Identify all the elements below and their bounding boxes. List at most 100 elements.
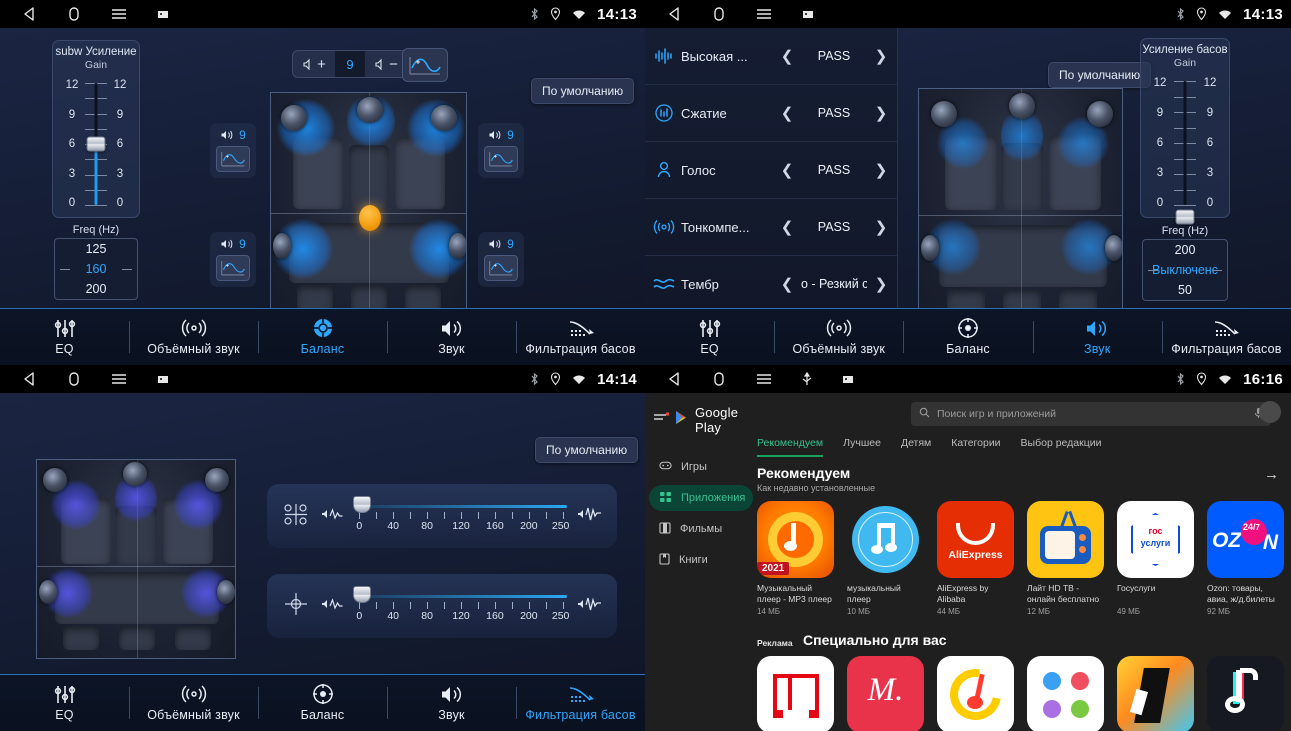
tab-categories[interactable]: Категории xyxy=(951,437,1000,457)
back-icon[interactable] xyxy=(667,371,683,387)
speaker-curve-button[interactable] xyxy=(484,255,518,281)
app-card[interactable]: OZ N 24/7 Ozon: товары, авиа, ж/д.билеты… xyxy=(1207,501,1284,616)
tab-sound[interactable]: Звук xyxy=(1032,309,1162,365)
home-icon[interactable] xyxy=(66,6,82,22)
tiktok-icon[interactable] xyxy=(1207,656,1284,731)
sound-row-compression[interactable]: Сжатие ❮ PASS ❯ xyxy=(645,85,897,142)
default-button-sound[interactable]: По умолчанию xyxy=(1048,62,1152,88)
chevron-left-icon[interactable]: ❮ xyxy=(779,104,795,122)
back-icon[interactable] xyxy=(22,6,38,22)
bass-filter-slider-sub[interactable]: 0 40 80 120 160 200 250 xyxy=(353,583,569,629)
back-icon[interactable] xyxy=(667,6,683,22)
master-volume-stepper[interactable]: + 9 − xyxy=(292,50,408,78)
chevron-right-icon[interactable]: ❯ xyxy=(873,161,889,179)
volume-down-button[interactable]: − xyxy=(365,51,407,77)
app-card[interactable]: музыкальный плеер 10 МБ xyxy=(847,501,924,616)
gain-knob[interactable] xyxy=(86,136,106,152)
slider-knob[interactable] xyxy=(353,496,371,513)
tab-top[interactable]: Лучшее xyxy=(843,437,881,457)
likee-icon[interactable] xyxy=(1117,656,1194,731)
default-button-bassfilter[interactable]: По умолчанию xyxy=(535,437,639,463)
tab-sound[interactable]: Звук xyxy=(387,309,516,365)
tab-sound[interactable]: Звук xyxy=(387,675,516,731)
tab-kids[interactable]: Детям xyxy=(901,437,931,457)
tab-balance[interactable]: Баланс xyxy=(258,309,387,365)
chevron-left-icon[interactable]: ❮ xyxy=(779,47,795,65)
speaker-chip-front-left[interactable]: 9 xyxy=(210,123,256,178)
menu-icon[interactable] xyxy=(755,371,773,387)
tab-bass-filter[interactable]: Фильтрация басов xyxy=(516,309,645,365)
back-icon[interactable] xyxy=(22,371,38,387)
sound-row-highpass[interactable]: Высокая ... ❮ PASS ❯ xyxy=(645,28,897,85)
tab-surround[interactable]: Объёмный звук xyxy=(129,675,258,731)
tab-eq[interactable]: EQ xyxy=(0,675,129,731)
freq-option[interactable]: 125 xyxy=(55,239,137,259)
freq-option[interactable]: 200 xyxy=(1143,240,1227,260)
chevron-left-icon[interactable]: ❮ xyxy=(779,218,795,236)
app-card[interactable]: Лайт HD ТВ - онлайн бесплатно 12 МБ xyxy=(1027,501,1104,616)
play-brand[interactable]: Google Play xyxy=(645,401,757,449)
hamburger-icon[interactable] xyxy=(653,411,670,429)
sidebar-item-apps[interactable]: Приложения xyxy=(649,485,753,511)
gain-slider[interactable]: 12 9 6 3 0 12 9 6 3 0 xyxy=(53,71,139,217)
chevron-right-icon[interactable]: ❯ xyxy=(873,218,889,236)
tab-recommended[interactable]: Рекомендуем xyxy=(757,437,824,457)
bass-filter-slider-main[interactable]: 0 40 80 120 160 200 250 xyxy=(353,493,569,539)
gain-knob[interactable] xyxy=(1175,209,1195,225)
speaker-curve-button[interactable] xyxy=(484,146,518,172)
menu-icon[interactable] xyxy=(110,6,128,22)
home-icon[interactable] xyxy=(711,6,727,22)
home-icon[interactable] xyxy=(711,371,727,387)
home-icon[interactable] xyxy=(66,371,82,387)
chevron-right-icon[interactable]: ❯ xyxy=(873,275,889,293)
freq-option-selected[interactable]: Выключенс xyxy=(1143,260,1227,280)
sidebar-item-games[interactable]: Игры xyxy=(649,454,753,480)
speaker-chip-rear-right[interactable]: 9 xyxy=(478,232,524,287)
mvideo-icon[interactable]: M. xyxy=(847,656,924,731)
sound-row-loudness[interactable]: Тонкомпе... ❮ PASS ❯ xyxy=(645,199,897,256)
yandex-music-icon[interactable] xyxy=(937,656,1014,731)
tab-bass-filter[interactable]: Фильтрация басов xyxy=(516,675,645,731)
speaker-chip-front-right[interactable]: 9 xyxy=(478,123,524,178)
tab-surround[interactable]: Объёмный звук xyxy=(129,309,258,365)
freq-selector[interactable]: 125 160 200 xyxy=(54,238,138,300)
speaker-curve-button[interactable] xyxy=(216,146,250,172)
chevron-left-icon[interactable]: ❮ xyxy=(779,275,795,293)
chevron-left-icon[interactable]: ❮ xyxy=(779,161,795,179)
freq-option-selected[interactable]: 160 xyxy=(55,259,137,279)
magnit-icon[interactable] xyxy=(757,656,834,731)
menu-icon[interactable] xyxy=(110,371,128,387)
screenshot-icon[interactable] xyxy=(156,372,170,386)
slider-knob[interactable] xyxy=(353,586,371,603)
tab-eq[interactable]: EQ xyxy=(0,309,129,365)
bass-freq-selector[interactable]: 200 Выключенс 50 xyxy=(1142,239,1228,301)
arrow-right-icon[interactable]: → xyxy=(1264,466,1279,483)
screenshot-icon[interactable] xyxy=(801,7,815,21)
default-button-balance[interactable]: По умолчанию xyxy=(531,78,635,104)
speaker-chip-rear-left[interactable]: 9 xyxy=(210,232,256,287)
sidebar-item-books[interactable]: Книги xyxy=(649,547,753,573)
chevron-right-icon[interactable]: ❯ xyxy=(873,47,889,65)
sound-row-timbre[interactable]: Тембр ❮ о - Резкий спа ❯ xyxy=(645,256,897,313)
tab-eq[interactable]: EQ xyxy=(645,309,774,365)
menu-icon[interactable] xyxy=(755,6,773,22)
car-balance-diagram[interactable] xyxy=(270,92,467,322)
speaker-curve-button[interactable] xyxy=(216,255,250,281)
tab-surround[interactable]: Объёмный звук xyxy=(774,309,903,365)
tab-balance[interactable]: Баланс xyxy=(258,675,387,731)
search-input[interactable]: Поиск игр и приложений xyxy=(911,402,1271,426)
dots-app-icon[interactable] xyxy=(1027,656,1104,731)
tab-bass-filter[interactable]: Фильтрация басов xyxy=(1161,309,1291,365)
screenshot-icon[interactable] xyxy=(841,372,855,386)
chevron-right-icon[interactable]: ❯ xyxy=(873,104,889,122)
freq-option[interactable]: 50 xyxy=(1143,280,1227,300)
app-card[interactable]: AliExpress AliExpress by Alibaba 44 МБ xyxy=(937,501,1014,616)
sound-row-voice[interactable]: Голос ❮ PASS ❯ xyxy=(645,142,897,199)
volume-up-button[interactable]: + xyxy=(293,51,335,77)
balance-focus-point[interactable] xyxy=(359,205,381,231)
bass-gain-slider[interactable]: 12 9 6 3 0 12 9 6 3 0 xyxy=(1141,69,1229,225)
app-card[interactable]: 2021 Музыкальный плеер - MP3 плеер , Пле… xyxy=(757,501,834,616)
screenshot-icon[interactable] xyxy=(156,7,170,21)
master-curve-button[interactable] xyxy=(402,48,448,82)
app-card[interactable]: гос услуги Госуслуги 49 МБ xyxy=(1117,501,1194,616)
